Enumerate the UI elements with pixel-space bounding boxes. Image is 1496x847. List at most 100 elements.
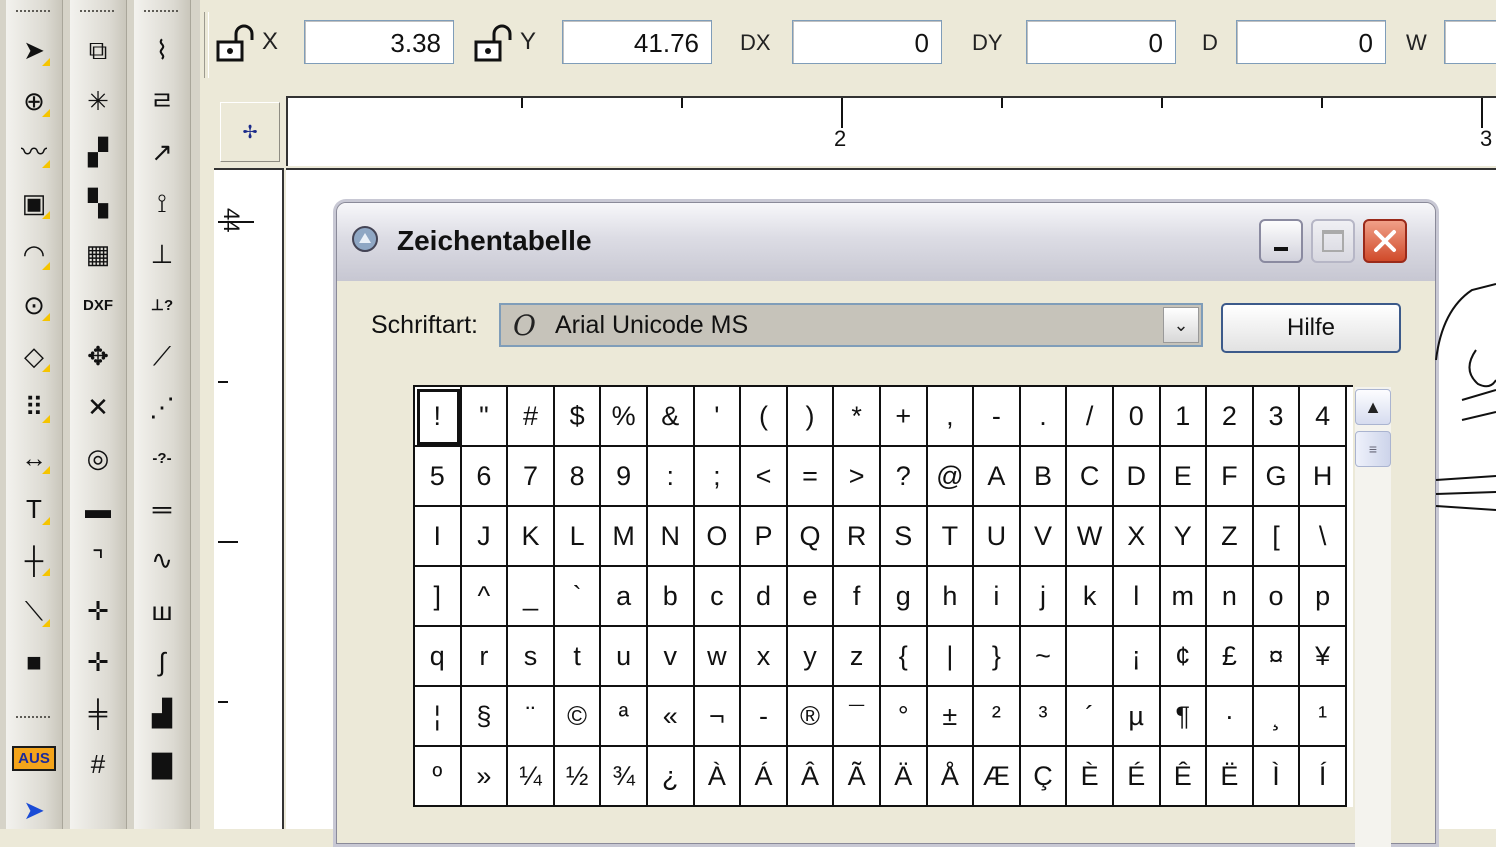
- char-cell[interactable]: y: [787, 627, 835, 687]
- char-cell[interactable]: h: [927, 567, 975, 627]
- char-cell[interactable]: ½: [554, 747, 602, 807]
- char-cell[interactable]: f: [834, 567, 881, 627]
- fill-color-tool-button[interactable]: ■: [10, 638, 58, 686]
- char-cell[interactable]: u: [601, 627, 648, 687]
- char-cell[interactable]: 5: [415, 447, 462, 507]
- char-cell[interactable]: ¿: [647, 747, 695, 807]
- char-cell[interactable]: q: [415, 627, 462, 687]
- dx-field[interactable]: 0: [792, 20, 942, 64]
- fillet-tool-button[interactable]: ⌝: [74, 536, 122, 584]
- group-tool-button[interactable]: ▞: [74, 128, 122, 176]
- trend-line-tool-button[interactable]: ⌇: [138, 26, 186, 74]
- char-cell[interactable]: U: [974, 507, 1021, 567]
- char-cell[interactable]: k: [1067, 567, 1114, 627]
- char-cell[interactable]: S: [880, 507, 928, 567]
- char-cell[interactable]: [1067, 627, 1114, 687]
- char-cell[interactable]: x: [741, 627, 788, 687]
- diag-dots-tool-button[interactable]: ⋰: [138, 383, 186, 431]
- char-cell[interactable]: %: [601, 387, 648, 447]
- char-cell[interactable]: B: [1020, 447, 1068, 507]
- double-line-tool-button[interactable]: ═: [138, 485, 186, 533]
- char-cell[interactable]: *: [834, 387, 881, 447]
- char-cell[interactable]: ¢: [1160, 627, 1208, 687]
- arc-tool-button[interactable]: ◠: [10, 230, 58, 278]
- char-cell[interactable]: t: [554, 627, 602, 687]
- char-cell[interactable]: 3: [1253, 387, 1301, 447]
- copy-object-tool-button[interactable]: ⧉: [74, 26, 122, 74]
- aus-toggle-button[interactable]: AUS: [10, 734, 58, 782]
- char-cell[interactable]: X: [1113, 507, 1161, 567]
- char-cell[interactable]: M: [601, 507, 648, 567]
- origin-button[interactable]: ✢: [220, 102, 280, 162]
- char-cell[interactable]: W: [1067, 507, 1114, 567]
- char-cell[interactable]: ±: [927, 687, 975, 747]
- char-cell[interactable]: @: [927, 447, 975, 507]
- char-cell[interactable]: ®: [787, 687, 835, 747]
- char-cell[interactable]: ·: [1207, 687, 1254, 747]
- hatch-tool-button[interactable]: ▬: [74, 485, 122, 533]
- char-cell[interactable]: 0: [1113, 387, 1161, 447]
- polygon-tool-button[interactable]: ◇: [10, 332, 58, 380]
- vertical-ruler[interactable]: 44: [214, 168, 284, 829]
- char-cell[interactable]: ª: [601, 687, 648, 747]
- grid-dots-tool-button[interactable]: ⠿: [10, 383, 58, 431]
- comb-tool-button[interactable]: ш: [138, 587, 186, 635]
- char-cell[interactable]: ¨: [508, 687, 555, 747]
- curve-tool-button[interactable]: ∫: [138, 638, 186, 686]
- char-cell[interactable]: ³: [1020, 687, 1068, 747]
- explode-tool-button[interactable]: ✳: [74, 77, 122, 125]
- char-cell[interactable]: J: [461, 507, 509, 567]
- char-cell[interactable]: Ç: [1020, 747, 1068, 807]
- title-bar[interactable]: Zeichentabelle: [337, 203, 1435, 281]
- chevron-down-icon[interactable]: ⌄: [1163, 307, 1199, 343]
- toolbar-grip[interactable]: [144, 10, 178, 16]
- minimize-button[interactable]: [1259, 219, 1303, 263]
- char-cell[interactable]: ^: [461, 567, 509, 627]
- char-cell[interactable]: r: [461, 627, 509, 687]
- char-cell[interactable]: Y: [1160, 507, 1208, 567]
- char-cell[interactable]: ©: [554, 687, 602, 747]
- cross-magenta-tool-button[interactable]: ✛: [74, 587, 122, 635]
- char-cell[interactable]: 4: [1300, 387, 1347, 447]
- char-cell[interactable]: ²: [974, 687, 1021, 747]
- char-cell[interactable]: «: [647, 687, 695, 747]
- char-cell[interactable]: d: [741, 567, 788, 627]
- char-cell[interactable]: 7: [508, 447, 555, 507]
- char-cell[interactable]: <: [741, 447, 788, 507]
- char-cell[interactable]: z: [834, 627, 881, 687]
- diag-line-tool-button[interactable]: ⟋: [138, 332, 186, 380]
- char-cell[interactable]: \: [1300, 507, 1347, 567]
- close-button[interactable]: [1363, 219, 1407, 263]
- char-cell[interactable]: ;: [694, 447, 742, 507]
- char-cell[interactable]: /: [1067, 387, 1114, 447]
- step-tool-button[interactable]: ㄹ: [138, 77, 186, 125]
- grid-scrollbar[interactable]: ▲ ≡: [1355, 387, 1391, 847]
- char-cell[interactable]: Å: [927, 747, 975, 807]
- block-tool-button[interactable]: ▚: [74, 179, 122, 227]
- stairs-tool-button[interactable]: ▟: [138, 689, 186, 737]
- cube-tool-button[interactable]: ▣: [10, 179, 58, 227]
- char-cell[interactable]: ¦: [415, 687, 462, 747]
- scroll-thumb[interactable]: ≡: [1355, 431, 1391, 467]
- char-cell[interactable]: #: [508, 387, 555, 447]
- char-cell[interactable]: >: [834, 447, 881, 507]
- dimension-tool-button[interactable]: ↔: [10, 434, 58, 482]
- perp-query-tool-button[interactable]: ⊥?: [138, 281, 186, 329]
- char-cell[interactable]: N: [647, 507, 695, 567]
- block-gray-tool-button[interactable]: ▇: [138, 740, 186, 788]
- char-cell[interactable]: Í: [1300, 747, 1347, 807]
- char-cell[interactable]: a: [601, 567, 648, 627]
- char-cell[interactable]: 2: [1207, 387, 1254, 447]
- char-cell[interactable]: b: [647, 567, 695, 627]
- char-cell[interactable]: o: [1253, 567, 1301, 627]
- font-select[interactable]: O Arial Unicode MS ⌄: [499, 303, 1203, 347]
- char-cell[interactable]: C: [1067, 447, 1114, 507]
- char-cell[interactable]: 1: [1160, 387, 1208, 447]
- char-cell[interactable]: ,: [927, 387, 975, 447]
- char-cell[interactable]: 6: [461, 447, 509, 507]
- crosshair-tool-button[interactable]: ┼: [10, 536, 58, 584]
- char-cell[interactable]: ¥: [1300, 627, 1347, 687]
- toolbar-grip[interactable]: [16, 10, 50, 16]
- select-cursor-tool-button[interactable]: ➤: [10, 786, 58, 834]
- char-cell[interactable]: £: [1207, 627, 1254, 687]
